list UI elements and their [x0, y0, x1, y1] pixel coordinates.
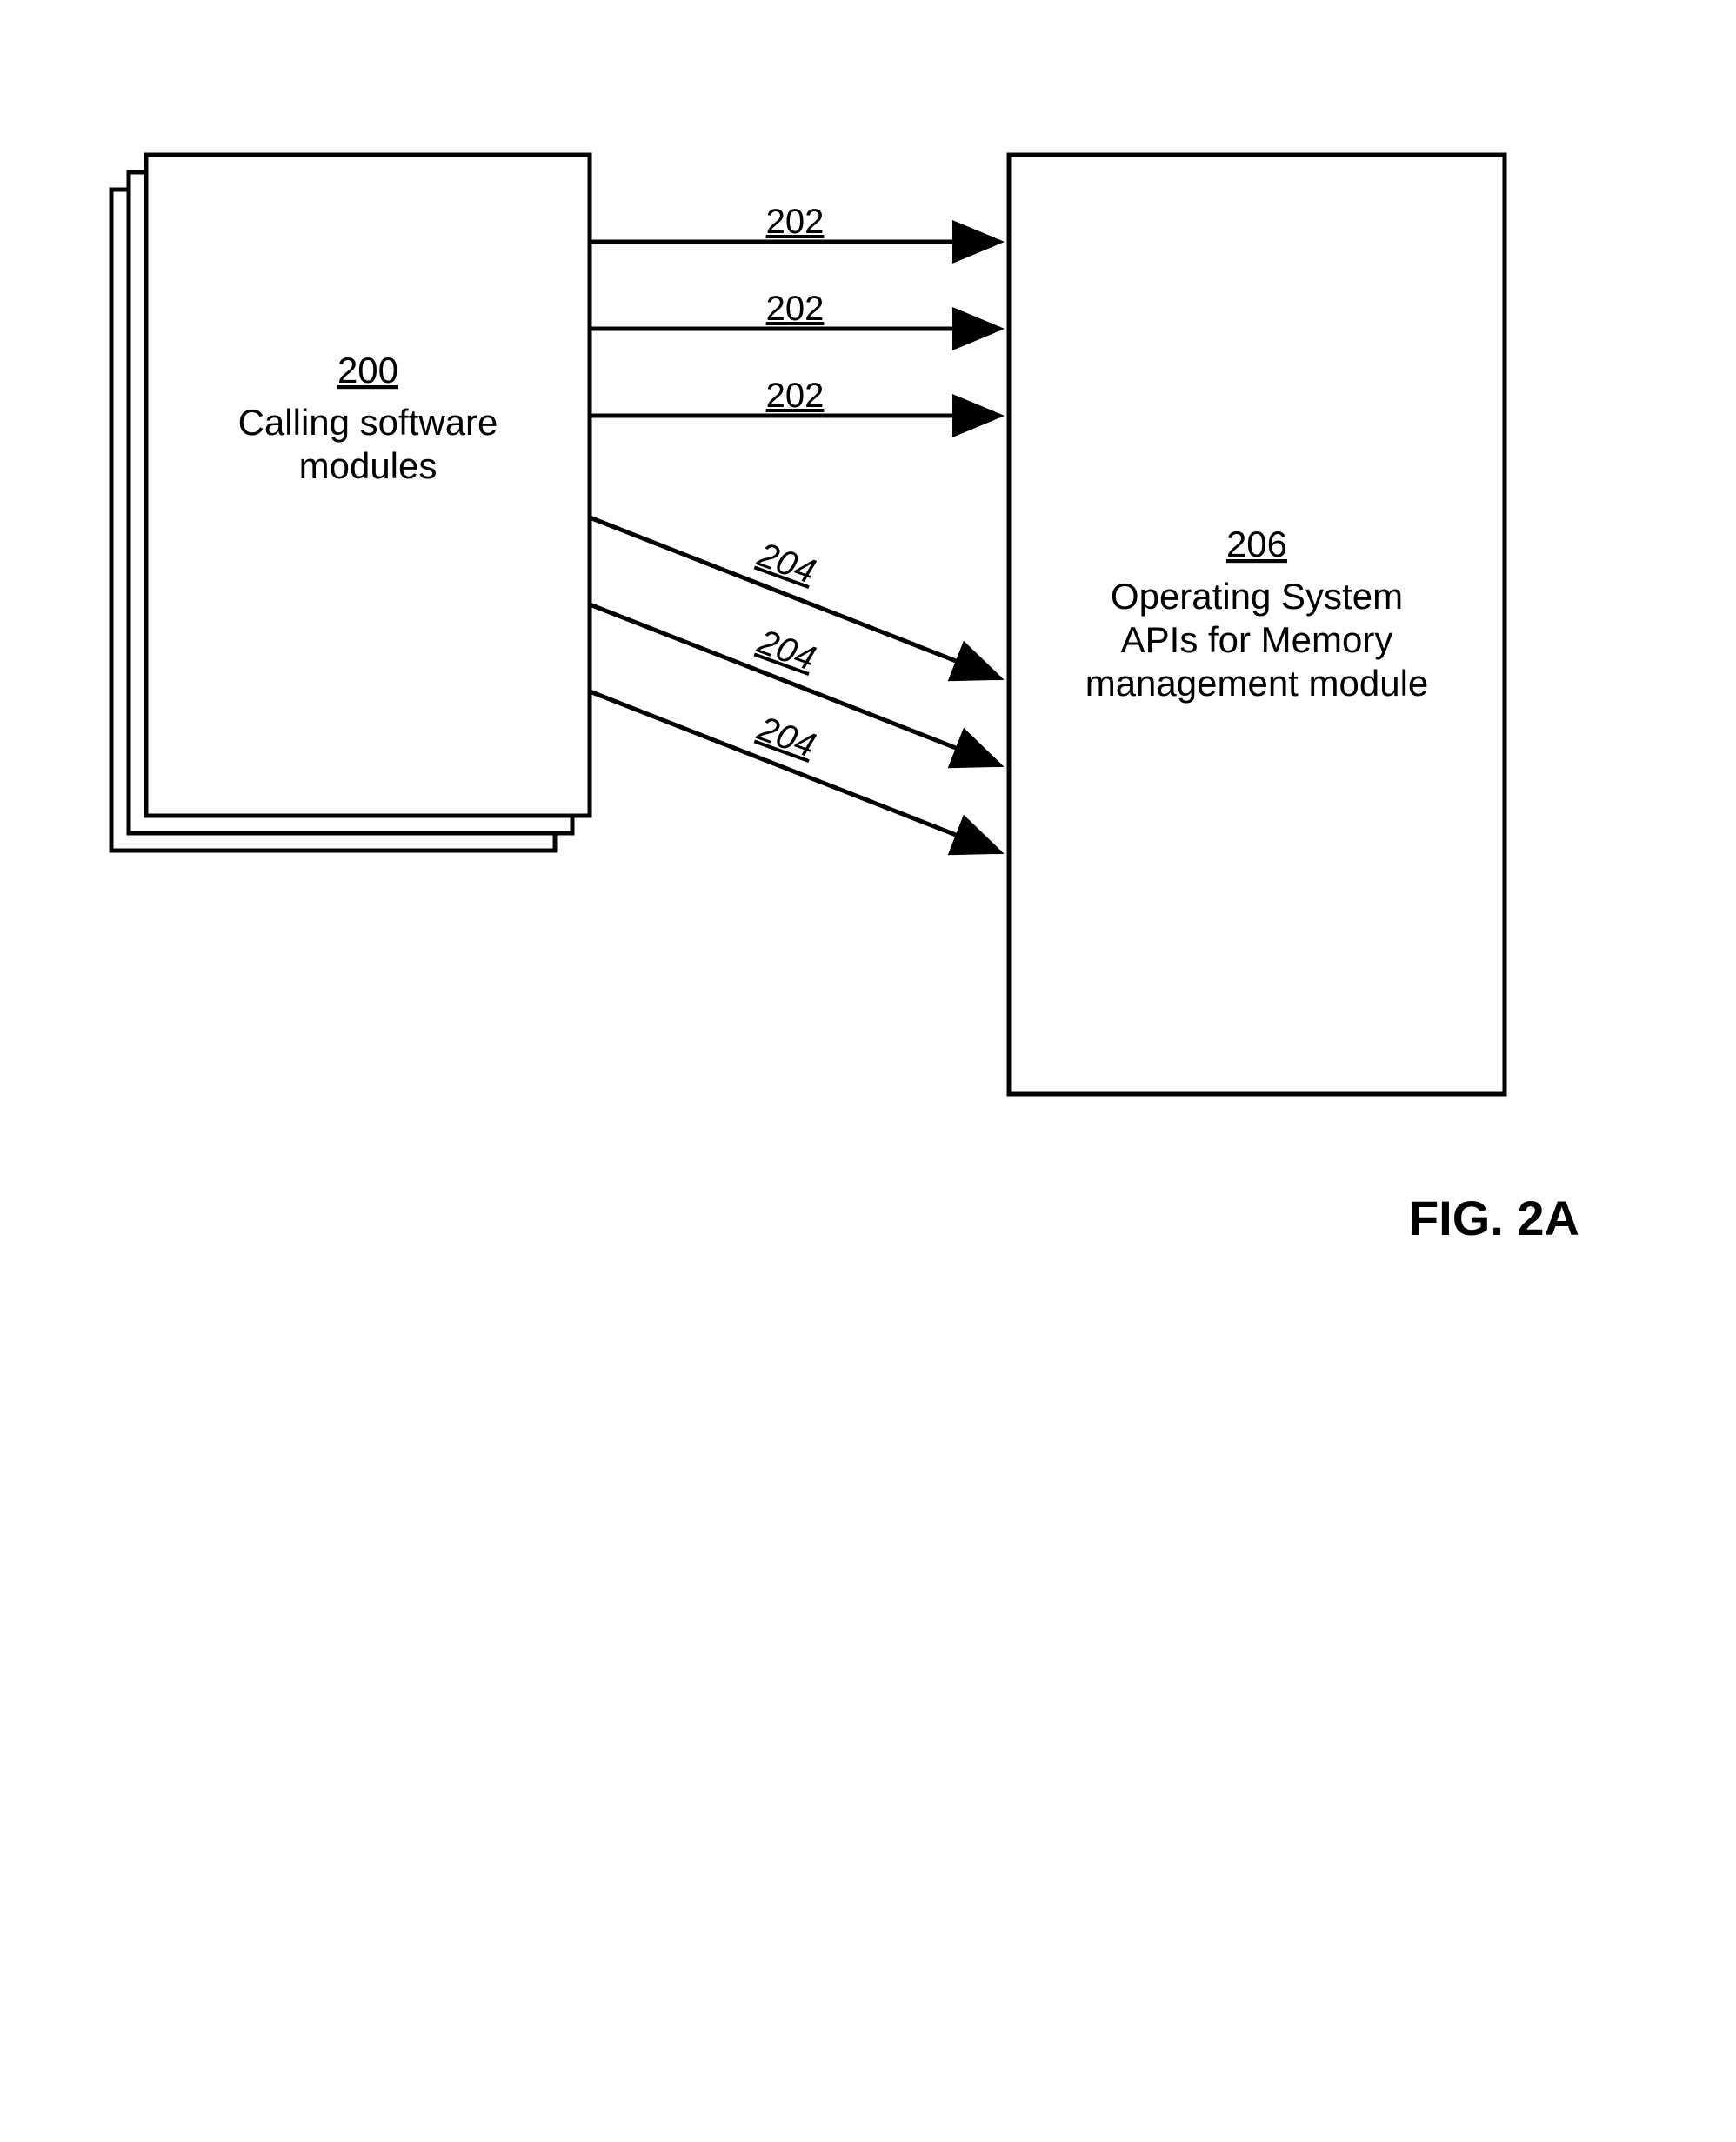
top-arrows: 202 202 202 — [590, 203, 1000, 416]
left-box-stack — [111, 155, 590, 851]
bottom-arrows: 204 204 204 — [590, 517, 1000, 852]
diagram-canvas: 200 Calling software modules 206 Operati… — [0, 0, 1736, 2142]
arrow-label-202-3: 202 — [766, 377, 825, 415]
right-box-line3: management module — [1085, 663, 1429, 704]
left-box-line1: Calling software — [238, 402, 498, 443]
left-box-line2: modules — [299, 445, 437, 486]
diagram-svg: 200 Calling software modules 206 Operati… — [0, 0, 1736, 2142]
right-box-line2: APIs for Memory — [1121, 619, 1393, 660]
figure-label: FIG. 2A — [1409, 1190, 1579, 1246]
arrow-label-202-2: 202 — [766, 290, 825, 328]
left-box-ref: 200 — [337, 350, 398, 390]
right-box-line1: Operating System — [1111, 576, 1403, 617]
arrow-label-202-1: 202 — [766, 203, 825, 241]
right-box-ref: 206 — [1226, 524, 1287, 564]
